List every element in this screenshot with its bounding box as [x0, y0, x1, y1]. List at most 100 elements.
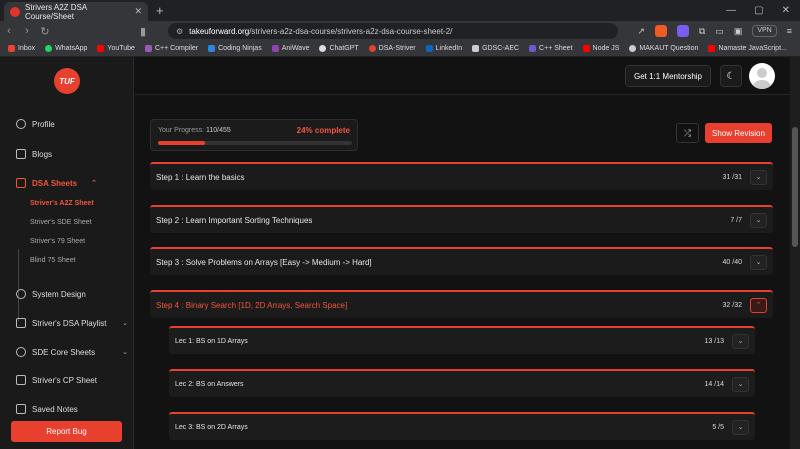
- bookmark-item[interactable]: Node JS: [582, 45, 619, 52]
- sidebar-item-sde-core[interactable]: SDE Core Sheets ⌄: [16, 347, 128, 357]
- chevron-down-icon[interactable]: ⌄: [750, 212, 767, 228]
- sidebar-item-saved-notes[interactable]: Saved Notes: [16, 404, 128, 414]
- bookmark-item[interactable]: Coding Ninjas: [208, 45, 262, 52]
- aniwave-icon: [271, 45, 279, 52]
- blog-icon: [16, 149, 26, 159]
- bookmark-item[interactable]: AniWave: [271, 45, 309, 52]
- tuf-logo[interactable]: TUF: [54, 68, 80, 94]
- chevron-down-icon[interactable]: ⌄: [732, 333, 749, 349]
- forward-arrow-icon[interactable]: ›: [18, 25, 36, 37]
- progress-card: Your Progress: 110/455 24% complete: [150, 119, 358, 151]
- url-input[interactable]: ⚙ takeuforward.org /strivers-a2z-dsa-cou…: [168, 23, 618, 39]
- bookmark-item[interactable]: Namaste JavaScript...: [708, 45, 787, 52]
- sidebar-subitem-sde[interactable]: Striver's SDE Sheet: [30, 219, 92, 226]
- address-bar: ‹ › ↻ ▮ ⚙ takeuforward.org /strivers-a2z…: [0, 21, 800, 41]
- youtube-icon: [708, 45, 716, 52]
- lecture-title: Lec 2: BS on Answers: [175, 380, 244, 388]
- sidebar-item-cp-sheet[interactable]: Striver's CP Sheet: [16, 375, 128, 385]
- wallet-icon[interactable]: ▣: [734, 26, 743, 37]
- mentorship-button[interactable]: Get 1:1 Mentorship: [625, 65, 711, 87]
- avatar[interactable]: [749, 63, 775, 89]
- sidebar-item-dsa-sheets[interactable]: DSA Sheets ⌃: [16, 178, 128, 188]
- step-count: 31 /31: [722, 173, 742, 181]
- step-row[interactable]: Step 2 : Learn Important Sorting Techniq…: [150, 205, 773, 233]
- show-revision-button[interactable]: Show Revision: [705, 123, 772, 143]
- step-count: 7 /7: [730, 216, 742, 224]
- bookmark-item[interactable]: MAKAUT Question: [629, 45, 698, 52]
- maximize-icon[interactable]: ▢: [754, 5, 763, 16]
- step-row[interactable]: Step 1 : Learn the basics 31 /31 ⌄: [150, 162, 773, 190]
- linkedin-icon: [425, 45, 433, 52]
- sidebar-subitem-79[interactable]: Striver's 79 Sheet: [30, 238, 85, 245]
- bookmark-item[interactable]: YouTube: [97, 45, 135, 52]
- bookmark-item[interactable]: GDSC-AEC: [472, 45, 519, 52]
- site-settings-icon[interactable]: ⚙: [176, 27, 183, 36]
- minimize-icon[interactable]: —: [726, 5, 736, 16]
- chevron-down-icon[interactable]: ⌄: [750, 169, 767, 185]
- chevron-down-icon: ⌄: [122, 349, 128, 356]
- url-path: /strivers-a2z-dsa-course/strivers-a2z-ds…: [249, 26, 453, 36]
- tuf-favicon-icon: [10, 6, 20, 17]
- step-count: 40 /40: [722, 258, 742, 266]
- sheet-icon: [16, 375, 26, 385]
- rewards-icon[interactable]: [676, 25, 689, 37]
- whatsapp-icon: [45, 45, 53, 52]
- sidebar-item-blogs[interactable]: Blogs: [16, 149, 128, 159]
- lecture-title: Lec 3: BS on 2D Arrays: [175, 423, 248, 431]
- folder-icon: [16, 178, 26, 188]
- step-row-expanded[interactable]: Step 4 : Binary Search [1D, 2D Arrays, S…: [150, 290, 773, 318]
- sidebar-subitem-a2z[interactable]: Striver's A2Z Sheet: [30, 200, 94, 207]
- shuffle-icon[interactable]: ⤮: [676, 123, 699, 143]
- browser-tab[interactable]: Strivers A2Z DSA Course/Sheet ✕: [4, 2, 148, 21]
- lecture-row[interactable]: Lec 1: BS on 1D Arrays 13 /13 ⌄: [169, 326, 755, 354]
- extensions-icon[interactable]: ⧉: [699, 26, 705, 37]
- share-icon[interactable]: ↗: [637, 26, 645, 37]
- bookmark-item[interactable]: Inbox: [8, 45, 35, 52]
- close-window-icon[interactable]: ✕: [782, 5, 790, 16]
- page-scrollbar[interactable]: [790, 57, 800, 449]
- bookmark-item[interactable]: C++ Compiler: [144, 45, 198, 52]
- brave-shield-icon[interactable]: [654, 25, 667, 37]
- bookmark-item[interactable]: LinkedIn: [425, 45, 462, 52]
- chatgpt-icon: [319, 45, 327, 52]
- main-content: Get 1:1 Mentorship ☾ Your Progress: 110/…: [135, 57, 790, 449]
- sidebar-subitem-blind75[interactable]: Blind 75 Sheet: [30, 257, 76, 264]
- chevron-down-icon[interactable]: ⌄: [732, 376, 749, 392]
- bookmark-icon[interactable]: ▮: [134, 25, 152, 38]
- tab-title: Strivers A2Z DSA Course/Sheet: [25, 2, 87, 21]
- vpn-button[interactable]: VPN: [752, 25, 777, 37]
- menu-icon[interactable]: ≡: [787, 26, 792, 36]
- cpp-sheet-icon: [529, 45, 537, 52]
- new-tab-button[interactable]: +: [156, 3, 164, 18]
- scrollbar-thumb[interactable]: [792, 127, 798, 247]
- chevron-up-icon[interactable]: ⌃: [750, 297, 767, 313]
- sidebar-toggle-icon[interactable]: ▭: [715, 26, 724, 37]
- user-icon: [16, 119, 26, 129]
- bookmark-item[interactable]: C++ Sheet: [529, 45, 573, 52]
- bookmark-item[interactable]: WhatsApp: [45, 45, 87, 52]
- close-tab-icon[interactable]: ✕: [134, 6, 142, 17]
- sidebar-item-system-design[interactable]: System Design: [16, 289, 128, 299]
- bookmark-item[interactable]: ChatGPT: [319, 45, 359, 52]
- moon-icon[interactable]: ☾: [720, 65, 742, 87]
- lecture-count: 13 /13: [704, 337, 724, 345]
- report-bug-button[interactable]: Report Bug: [11, 421, 122, 442]
- chevron-down-icon[interactable]: ⌄: [750, 254, 767, 270]
- lecture-count: 14 /14: [704, 380, 724, 388]
- bookmark-item[interactable]: DSA-Striver: [368, 45, 416, 52]
- sidebar-item-dsa-playlist[interactable]: Striver's DSA Playlist ⌄: [16, 318, 128, 328]
- progress-label: Your Progress: 110/455: [158, 127, 231, 134]
- window-controls: — ▢ ✕: [726, 0, 800, 21]
- sidebar-item-profile[interactable]: Profile: [16, 119, 128, 129]
- sidebar: TUF Profile Blogs DSA Sheets ⌃ Striver's…: [0, 57, 134, 449]
- step-row[interactable]: Step 3 : Solve Problems on Arrays [Easy …: [150, 247, 773, 275]
- lecture-row[interactable]: Lec 2: BS on Answers 14 /14 ⌄: [169, 369, 755, 397]
- progress-fill: [158, 141, 205, 145]
- back-arrow-icon[interactable]: ‹: [0, 25, 18, 37]
- browser-tabstrip: Strivers A2Z DSA Course/Sheet ✕ + — ▢ ✕: [0, 0, 800, 21]
- lecture-row[interactable]: Lec 3: BS on 2D Arrays 5 /5 ⌄: [169, 412, 755, 440]
- layers-icon: [16, 347, 26, 357]
- reload-icon[interactable]: ↻: [36, 25, 54, 38]
- chevron-down-icon[interactable]: ⌄: [732, 419, 749, 435]
- gmail-icon: [8, 45, 15, 52]
